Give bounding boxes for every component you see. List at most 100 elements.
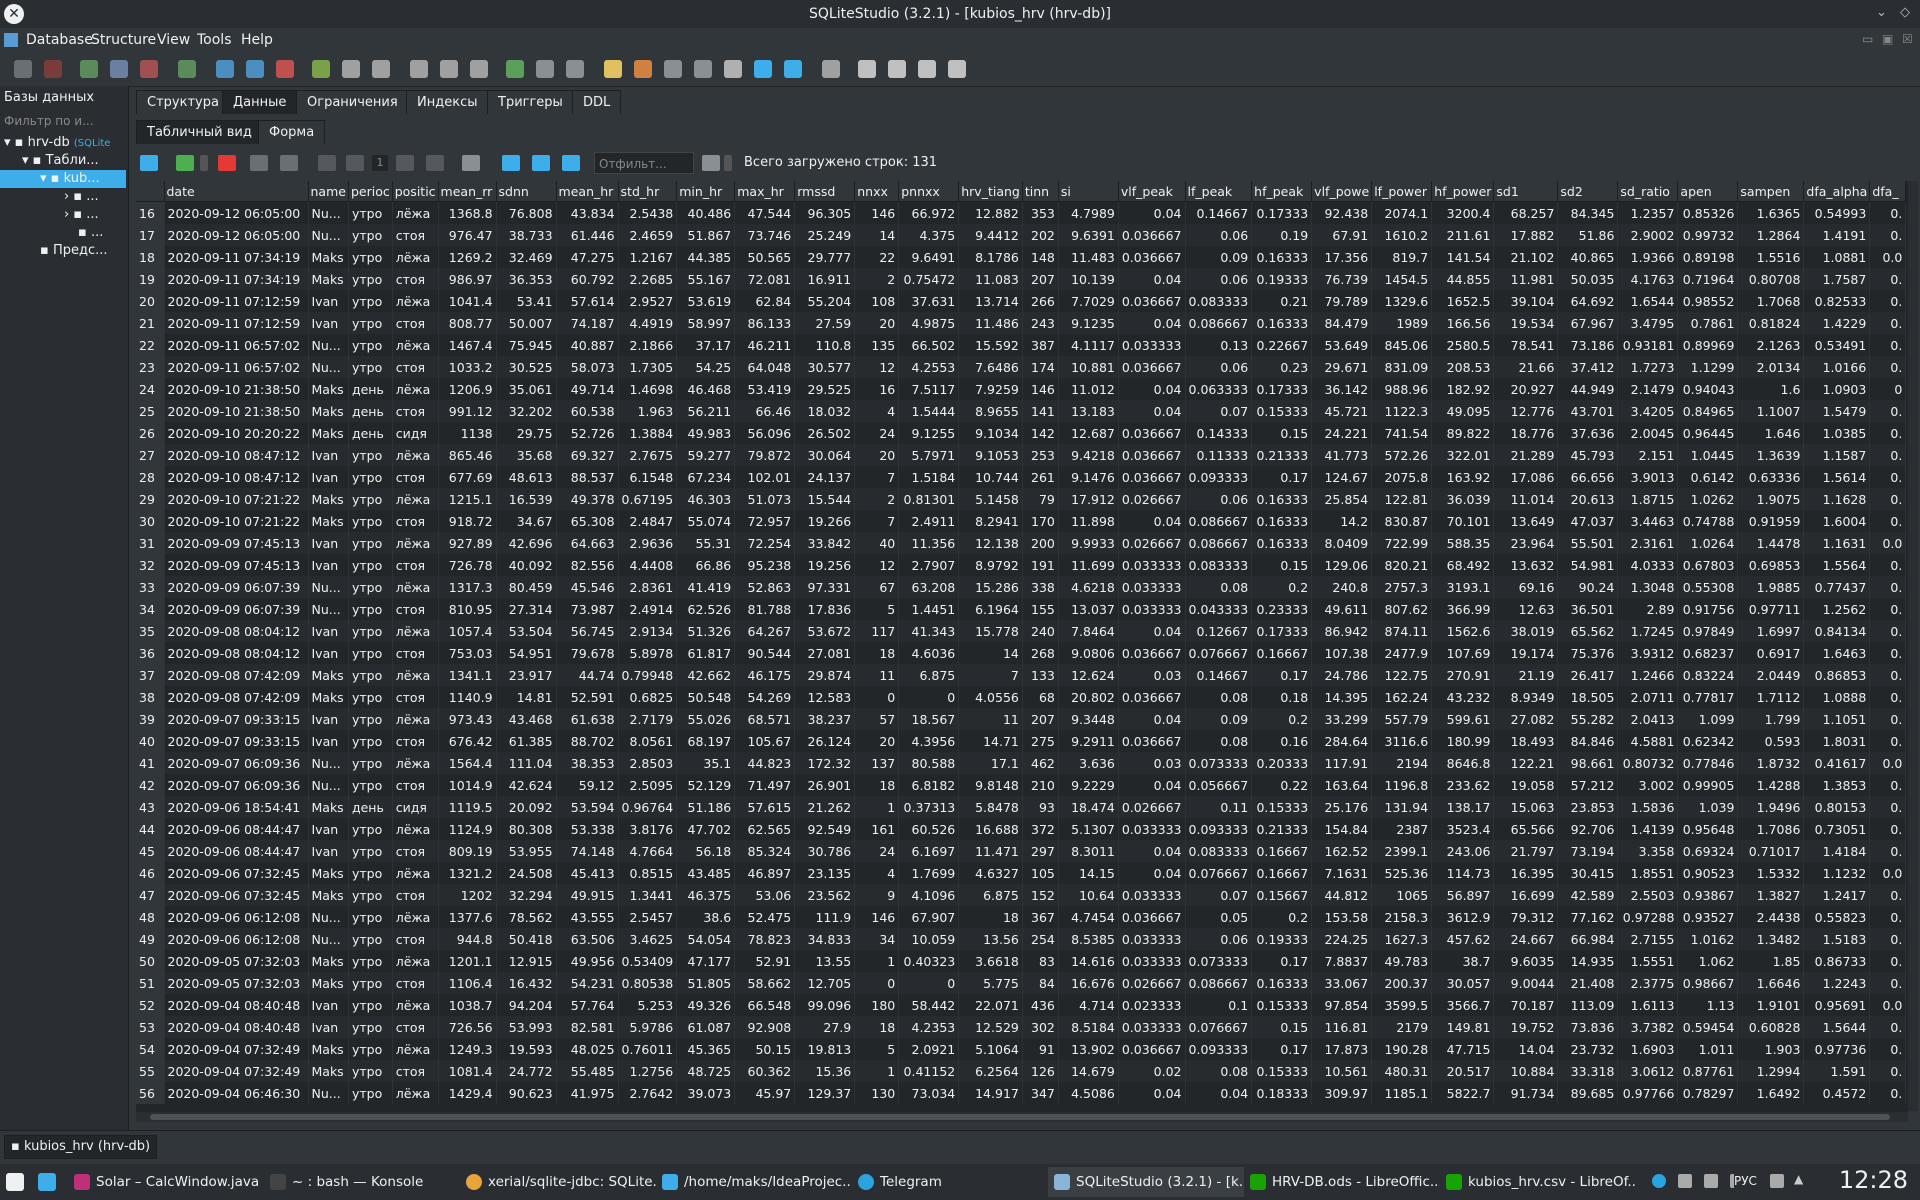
cell-si[interactable]: 9.3448 — [1058, 708, 1119, 730]
cell-dfa-[interactable]: 0. — [1869, 774, 1907, 796]
cell-hrv-tiang[interactable]: 14.917 — [958, 1082, 1023, 1104]
cell-pnnxx[interactable]: 2.4911 — [898, 510, 960, 532]
cell-si[interactable]: 9.4218 — [1058, 444, 1119, 466]
cell-dfa-alpha[interactable]: 0.86853 — [1803, 664, 1871, 686]
cell-sdnn[interactable]: 24.772 — [496, 1060, 557, 1082]
cell-hrv-tiang[interactable]: 11.471 — [958, 840, 1023, 862]
cell-dfa-alpha[interactable]: 1.1051 — [1803, 708, 1871, 730]
cell-si[interactable]: 4.1117 — [1058, 334, 1119, 356]
cell-apen[interactable]: 1.1299 — [1677, 356, 1739, 378]
cell-mean-hr[interactable]: 54.231 — [556, 972, 619, 994]
cell-si[interactable]: 10.64 — [1058, 884, 1119, 906]
cell-nnxx[interactable]: 146 — [854, 906, 900, 928]
cell-tinn[interactable]: 141 — [1022, 400, 1059, 422]
cell-sampen[interactable]: 1.2864 — [1737, 224, 1805, 246]
cell-mean-hr[interactable]: 49.956 — [556, 950, 619, 972]
table-row[interactable]: 38 2020-09-08 07:42:09 Maks утро стоя 1140.9 1… — [136, 686, 1907, 708]
cell-mean-hr[interactable]: 45.413 — [556, 862, 619, 884]
cell-lf-peak[interactable]: 0.093333 — [1185, 818, 1253, 840]
cell-mean-hr[interactable]: 55.485 — [556, 1060, 619, 1082]
cell-apen[interactable]: 0.83224 — [1677, 664, 1739, 686]
cell-tinn[interactable]: 372 — [1022, 818, 1059, 840]
mdi-minimize-icon[interactable]: ▭ — [1862, 32, 1873, 46]
table-row[interactable]: 37 2020-09-08 07:42:09 Maks утро лёжа 1341.1 2… — [136, 664, 1907, 686]
cell-hf-peak[interactable]: 0.15667 — [1251, 884, 1313, 906]
cell-hrv-tiang[interactable]: 7.9259 — [958, 378, 1023, 400]
cell-positic[interactable]: стоя — [392, 312, 439, 334]
table-row[interactable]: 47 2020-09-06 07:32:45 Maks утро стоя 1202 32.… — [136, 884, 1907, 906]
cell-tinn[interactable]: 243 — [1022, 312, 1059, 334]
cell-mean-hr[interactable]: 38.353 — [556, 752, 619, 774]
column-header-dfa-alpha[interactable]: dfa_alpha — [1803, 181, 1871, 202]
cell-perioc[interactable]: утро — [348, 950, 393, 972]
table-row[interactable]: 28 2020-09-10 08:47:12 Ivan утро стоя 677.69 4… — [136, 466, 1907, 488]
cell-nnxx[interactable]: 9 — [854, 884, 900, 906]
cell-rmssd[interactable]: 12.583 — [794, 686, 856, 708]
cell-lf-peak[interactable]: 0.093333 — [1185, 1038, 1253, 1060]
edit-db-icon[interactable] — [110, 60, 128, 78]
cell-pnnxx[interactable]: 1.7699 — [898, 862, 960, 884]
cell-pnnxx[interactable]: 9.1255 — [898, 422, 960, 444]
column-header-std-hr[interactable]: std_hr — [618, 181, 678, 202]
cell-std-hr[interactable]: 1.7305 — [618, 356, 678, 378]
cell-lf-peak[interactable]: 0.056667 — [1185, 774, 1253, 796]
cell-max-hr[interactable]: 95.238 — [734, 554, 796, 576]
cell-mean-hr[interactable]: 49.714 — [556, 378, 619, 400]
cell-sampen[interactable]: 1.903 — [1737, 1038, 1805, 1060]
cell-hf-power[interactable]: 208.53 — [1431, 356, 1495, 378]
cell-lf-peak[interactable]: 0.076667 — [1185, 1016, 1253, 1038]
cell-sampen[interactable]: 1.799 — [1737, 708, 1805, 730]
cell-tinn[interactable]: 353 — [1022, 201, 1059, 224]
cell-sd-ratio[interactable]: 2.1479 — [1617, 378, 1679, 400]
cell-vlf-peak[interactable]: 0.04 — [1118, 840, 1186, 862]
cell-vlf-peak[interactable]: 0.036667 — [1118, 642, 1186, 664]
cell-max-hr[interactable]: 73.746 — [734, 224, 796, 246]
cell-apen[interactable]: 1.0262 — [1677, 488, 1739, 510]
row-number[interactable]: 20 — [136, 290, 165, 312]
cell-hf-power[interactable]: 3523.4 — [1431, 818, 1495, 840]
cell-std-hr[interactable]: 2.2685 — [618, 268, 678, 290]
task-telegram[interactable]: Telegram — [852, 1167, 1048, 1197]
cell-max-hr[interactable]: 86.133 — [734, 312, 796, 334]
cell-mean-rr[interactable]: 1106.4 — [438, 972, 497, 994]
row-number[interactable]: 36 — [136, 642, 165, 664]
cell-dfa-alpha[interactable]: 0.80153 — [1803, 796, 1871, 818]
cell-dfa-alpha[interactable]: 1.0888 — [1803, 686, 1871, 708]
cell-sd1[interactable]: 10.884 — [1493, 1060, 1559, 1082]
cell-mean-hr[interactable]: 88.537 — [556, 466, 619, 488]
cell-lf-peak[interactable]: 0.076667 — [1185, 642, 1253, 664]
cell-min-hr[interactable]: 58.997 — [676, 312, 736, 334]
db-filter-input[interactable]: Фильтр по и... — [2, 112, 124, 132]
cell-std-hr[interactable]: 5.253 — [618, 994, 678, 1016]
cell-dfa-[interactable]: 0. — [1869, 708, 1907, 730]
cell-vlf-peak[interactable]: 0.036667 — [1118, 422, 1186, 444]
cell-apen[interactable]: 0.90523 — [1677, 862, 1739, 884]
cell-sd1[interactable]: 78.541 — [1493, 334, 1559, 356]
cell-nnxx[interactable]: 18 — [854, 774, 900, 796]
cell-sdnn[interactable]: 53.41 — [496, 290, 557, 312]
cell-lf-peak[interactable]: 0.073333 — [1185, 950, 1253, 972]
cell-dfa-[interactable]: 0. — [1869, 642, 1907, 664]
menu-view[interactable]: View — [157, 32, 190, 48]
cell-lf-power[interactable]: 830.87 — [1371, 510, 1433, 532]
cell-date[interactable]: 2020-09-06 07:32:45 — [164, 862, 309, 884]
column-header-pnnxx[interactable]: pnnxx — [898, 181, 960, 202]
cell-min-hr[interactable]: 41.419 — [676, 576, 736, 598]
cell-sd1[interactable]: 18.493 — [1493, 730, 1559, 752]
cell-hf-power[interactable]: 3193.1 — [1431, 576, 1495, 598]
cell-vlf-powe[interactable]: 36.142 — [1311, 378, 1373, 400]
cell-pnnxx[interactable]: 5.7971 — [898, 444, 960, 466]
commit-icon[interactable] — [250, 155, 268, 171]
cell-mean-rr[interactable]: 1206.9 — [438, 378, 497, 400]
cell-vlf-powe[interactable]: 29.671 — [1311, 356, 1373, 378]
cell-sdnn[interactable]: 54.951 — [496, 642, 557, 664]
cell-mean-rr[interactable]: 1321.2 — [438, 862, 497, 884]
task-file-manager[interactable]: /home/maks/IdeaProjec... — [656, 1167, 852, 1197]
row-number[interactable]: 50 — [136, 950, 165, 972]
cell-tinn[interactable]: 338 — [1022, 576, 1059, 598]
cell-perioc[interactable]: утро — [348, 730, 393, 752]
cell-sd2[interactable]: 23.732 — [1557, 1038, 1619, 1060]
cell-rmssd[interactable]: 53.672 — [794, 620, 856, 642]
cell-lf-peak[interactable]: 0.076667 — [1185, 862, 1253, 884]
cell-sd1[interactable]: 21.797 — [1493, 840, 1559, 862]
